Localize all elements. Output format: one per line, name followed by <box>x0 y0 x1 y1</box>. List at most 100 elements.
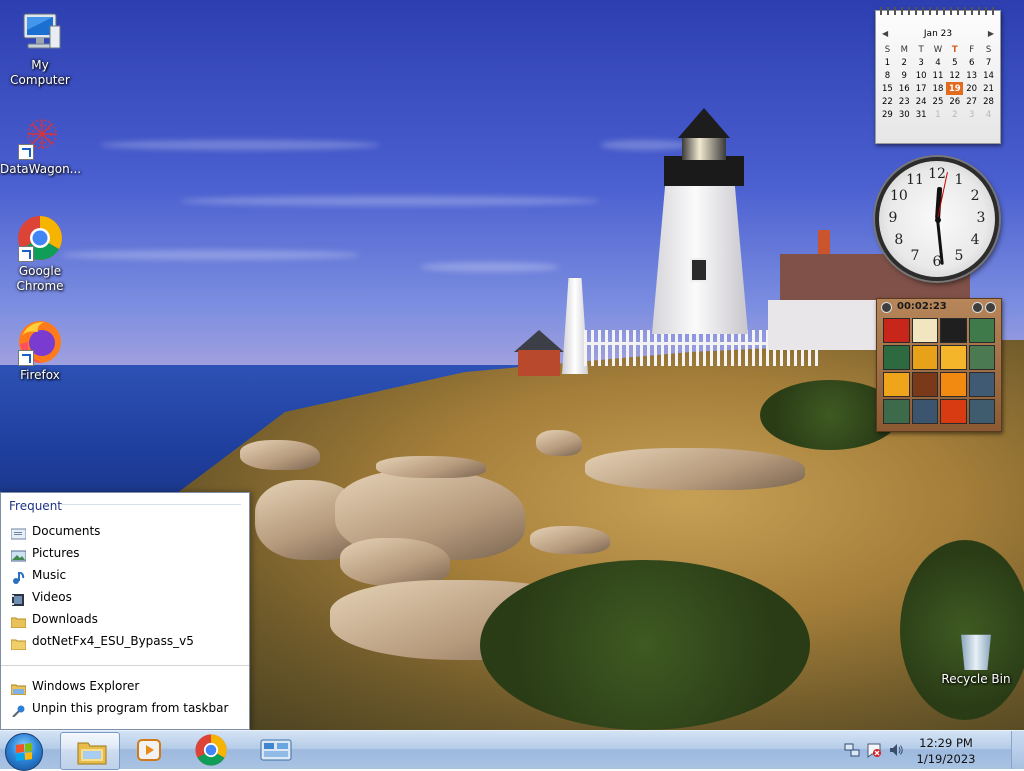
calendar-day-cell[interactable]: 15 <box>879 82 896 95</box>
puzzle-tile[interactable] <box>940 345 967 370</box>
puzzle-tile[interactable] <box>940 318 967 343</box>
pause-icon[interactable] <box>972 302 983 313</box>
puzzle-tile[interactable] <box>883 372 910 397</box>
desktop-icon-recycle-bin[interactable]: Recycle Bin <box>936 630 1016 686</box>
calendar-day-cell[interactable]: 11 <box>930 69 947 82</box>
calendar-binding-rings <box>880 7 996 15</box>
jump-list-item-music[interactable]: Music <box>1 564 249 586</box>
puzzle-tile[interactable] <box>940 372 967 397</box>
calendar-day-cell[interactable]: 7 <box>980 56 997 69</box>
desktop-icon-datawagon[interactable]: DataWagon... <box>0 112 81 177</box>
calendar-day-cell[interactable]: 25 <box>930 95 947 108</box>
desktop-icon-label: Firefox <box>20 368 60 382</box>
action-center-icon[interactable] <box>866 742 882 758</box>
start-button[interactable] <box>5 733 43 771</box>
shortcut-arrow-icon <box>18 350 34 366</box>
calendar-day-cell[interactable]: 12 <box>946 69 963 82</box>
calendar-day-cell[interactable]: 16 <box>896 82 913 95</box>
calendar-day-cell[interactable]: 26 <box>946 95 963 108</box>
jump-list-task-unpin[interactable]: Unpin this program from taskbar <box>1 697 249 719</box>
calendar-day-cell[interactable]: 3 <box>913 56 930 69</box>
calendar-day-cell[interactable]: 17 <box>913 82 930 95</box>
puzzle-tile[interactable] <box>883 318 910 343</box>
shortcut-arrow-icon <box>18 144 34 160</box>
calendar-day-cell[interactable]: 1 <box>930 108 947 121</box>
calendar-day-cell[interactable]: 30 <box>896 108 913 121</box>
desktop-icon-firefox[interactable]: Firefox <box>0 318 80 383</box>
calendar-day-cell[interactable]: 24 <box>913 95 930 108</box>
previous-month-arrow-icon[interactable]: ◀ <box>882 29 888 38</box>
calendar-day-cell[interactable]: 5 <box>946 56 963 69</box>
taskbar: 12:29 PM 1/19/2023 <box>0 730 1024 771</box>
picture-puzzle-gadget[interactable]: 00:02:23 <box>876 298 1002 432</box>
calendar-day-cell[interactable]: 27 <box>963 95 980 108</box>
jump-list-task-windows-explorer[interactable]: Windows Explorer <box>1 675 249 697</box>
puzzle-tile[interactable] <box>940 399 967 424</box>
jump-list-item-downloads[interactable]: Downloads <box>1 608 249 630</box>
solve-icon[interactable] <box>985 302 996 313</box>
calendar-day-cell[interactable]: 31 <box>913 108 930 121</box>
calendar-day-cell[interactable]: 1 <box>879 56 896 69</box>
calendar-day-cell[interactable]: 4 <box>930 56 947 69</box>
jump-list-item-documents[interactable]: Documents <box>1 520 249 542</box>
calendar-day-cell[interactable]: 14 <box>980 69 997 82</box>
network-icon[interactable] <box>844 742 860 758</box>
calendar-gadget[interactable]: ◀ Jan 23 ▶ S M T W T F S 1 2 3 4 5 6 7 8 9 10 11 12 13 14 15 1… <box>875 7 1001 144</box>
taskbar-button-windows-explorer[interactable] <box>60 732 120 770</box>
puzzle-tile[interactable] <box>883 399 910 424</box>
taskbar-button-windows-media-player[interactable] <box>120 732 178 768</box>
clock-numeral: 3 <box>976 210 986 226</box>
puzzle-tile[interactable] <box>968 318 995 343</box>
clock-gadget[interactable]: 12 1 2 3 4 5 6 7 8 9 10 11 <box>875 157 999 281</box>
puzzle-tile-grid <box>883 318 995 424</box>
calendar-day-cell[interactable]: 3 <box>963 108 980 121</box>
calendar-today-cell[interactable]: 19 <box>946 82 964 95</box>
calendar-day-cell[interactable]: 2 <box>896 56 913 69</box>
next-month-arrow-icon[interactable]: ▶ <box>988 29 994 38</box>
calendar-day-cell[interactable]: 13 <box>963 69 980 82</box>
calendar-day-cell[interactable]: 29 <box>879 108 896 121</box>
clock-numeral: 9 <box>888 210 898 226</box>
puzzle-tile[interactable] <box>968 372 995 397</box>
tasks-divider <box>1 665 249 666</box>
puzzle-tile[interactable] <box>968 399 995 424</box>
calendar-day-cell[interactable]: 28 <box>980 95 997 108</box>
jump-list-item-videos[interactable]: Videos <box>1 586 249 608</box>
puzzle-tile[interactable] <box>968 345 995 370</box>
show-picture-icon[interactable] <box>881 302 892 313</box>
folder-icon <box>10 635 27 651</box>
jump-list-item-pictures[interactable]: Pictures <box>1 542 249 564</box>
calendar-day-cell[interactable]: 23 <box>896 95 913 108</box>
puzzle-tile[interactable] <box>911 318 938 343</box>
calendar-day-cell[interactable]: 9 <box>896 69 913 82</box>
clock-numeral: 8 <box>894 232 904 248</box>
weekday-header: S <box>884 44 891 55</box>
taskbar-button-control-panel[interactable] <box>244 732 302 768</box>
weekday-header: M <box>900 44 908 55</box>
puzzle-tile[interactable] <box>911 345 938 370</box>
downloads-folder-icon <box>10 613 27 629</box>
calendar-day-cell[interactable]: 6 <box>963 56 980 69</box>
calendar-day-cell[interactable]: 21 <box>980 82 997 95</box>
calendar-day-cell[interactable]: 10 <box>913 69 930 82</box>
taskbar-clock[interactable]: 12:29 PM 1/19/2023 <box>906 735 986 767</box>
calendar-day-cell[interactable]: 22 <box>879 95 896 108</box>
clock-center-pin <box>935 217 941 223</box>
firefox-icon <box>16 318 64 366</box>
calendar-day-cell[interactable]: 20 <box>963 82 980 95</box>
calendar-day-cell[interactable]: 18 <box>930 82 947 95</box>
calendar-day-cell[interactable]: 8 <box>879 69 896 82</box>
puzzle-tile[interactable] <box>911 372 938 397</box>
chrome-icon <box>195 734 227 766</box>
calendar-day-cell[interactable]: 4 <box>980 108 997 121</box>
volume-icon[interactable] <box>888 742 904 758</box>
show-desktop-button[interactable] <box>1011 731 1024 769</box>
puzzle-tile[interactable] <box>883 345 910 370</box>
desktop-icon-my-computer[interactable]: My Computer <box>0 8 80 88</box>
taskbar-button-google-chrome[interactable] <box>182 732 240 768</box>
calendar-day-cell[interactable]: 2 <box>946 108 963 121</box>
desktop-icon-google-chrome[interactable]: Google Chrome <box>0 214 80 294</box>
puzzle-tile[interactable] <box>911 399 938 424</box>
windows-explorer-icon <box>10 680 27 696</box>
jump-list-item-dotnetfx4-folder[interactable]: dotNetFx4_ESU_Bypass_v5 <box>1 630 249 652</box>
